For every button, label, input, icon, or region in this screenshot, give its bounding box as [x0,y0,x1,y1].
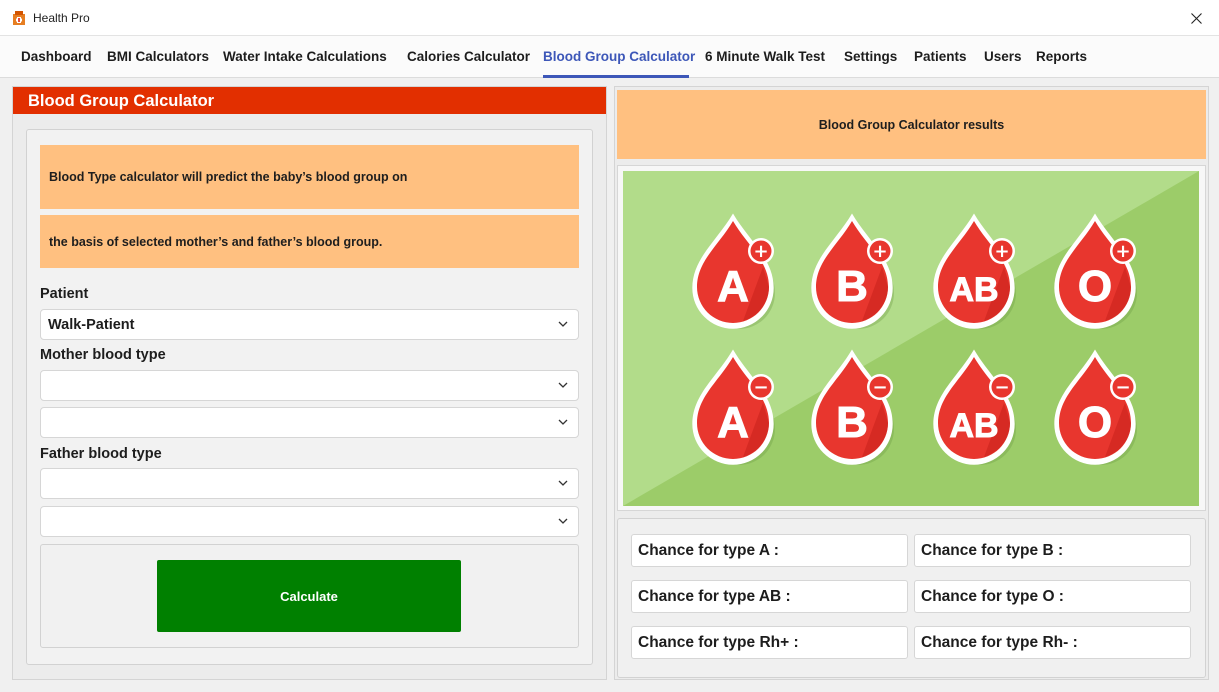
chance-type-rh-positive: Chance for type Rh+ : [631,626,908,659]
blood-drop-letter: AB [949,407,998,445]
father-rh-factor-select[interactable] [40,506,579,537]
window-title: Health Pro [33,11,90,25]
mother-blood-type-label: Mother blood type [40,347,166,363]
chance-type-a: Chance for type A : [631,534,908,567]
patient-select-value: Walk-Patient [48,317,135,333]
chance-type-rh-negative: Chance for type Rh- : [914,626,1191,659]
close-icon [1190,12,1202,24]
calculator-title: Blood Group Calculator [28,92,215,110]
patient-label: Patient [40,286,89,302]
info-text-line-1: Blood Type calculator will predict the b… [40,145,579,209]
blood-drop-sign: − [1115,377,1130,398]
tab-water-intake[interactable]: Water Intake Calculations [223,49,387,64]
blood-drop-letter: O [1078,262,1112,311]
blood-drop-sign: + [1115,241,1130,262]
chance-type-o: Chance for type O : [914,580,1191,613]
tab-bmi-calculators[interactable]: BMI Calculators [107,49,209,64]
calculator-header: Blood Group Calculator [13,87,606,114]
app-icon [13,11,25,25]
patient-select[interactable]: Walk-Patient [40,309,579,340]
tab-patients[interactable]: Patients [914,49,967,64]
chance-type-b: Chance for type B : [914,534,1191,567]
tab-calories-calculator[interactable]: Calories Calculator [407,49,530,64]
mother-blood-group-select[interactable] [40,370,579,401]
main-menu: Dashboard BMI Calculators Water Intake C… [0,36,1219,78]
chevron-down-icon [558,480,568,486]
chevron-down-icon [558,321,568,327]
tab-reports[interactable]: Reports [1036,49,1087,64]
blood-drop-letter: A [717,398,749,447]
father-blood-group-select[interactable] [40,468,579,499]
blood-drop-letter: A [717,262,749,311]
tab-blood-group-calculator[interactable]: Blood Group Calculator [543,49,695,64]
blood-drop-letter: O [1078,398,1112,447]
calculate-button[interactable]: Calculate [157,560,461,632]
tab-six-minute-walk-test[interactable]: 6 Minute Walk Test [705,49,825,64]
blood-drop-sign: + [753,241,768,262]
results-header: Blood Group Calculator results [617,90,1206,159]
info-text-line-2: the basis of selected mother’s and fathe… [40,215,579,268]
chevron-down-icon [558,382,568,388]
blood-drop-sign: − [994,377,1009,398]
mother-rh-factor-select[interactable] [40,407,579,438]
chevron-down-icon [558,518,568,524]
close-button[interactable] [1173,0,1219,36]
blood-drop-letter: AB [949,271,998,309]
blood-drop-sign: − [872,377,887,398]
title-bar: Health Pro [0,0,1219,36]
tab-dashboard[interactable]: Dashboard [21,49,92,64]
father-blood-type-label: Father blood type [40,446,162,462]
active-tab-indicator [543,75,689,78]
blood-drop-letter: B [836,398,868,447]
chevron-down-icon [558,419,568,425]
blood-drop-sign: + [994,241,1009,262]
blood-drop-sign: − [753,377,768,398]
chance-type-ab: Chance for type AB : [631,580,908,613]
tab-settings[interactable]: Settings [844,49,897,64]
tab-users[interactable]: Users [984,49,1022,64]
blood-drop-letter: B [836,262,868,311]
blood-types-illustration: A+B+AB+O+A−B−AB−O− [623,171,1199,506]
blood-drop-sign: + [872,241,887,262]
